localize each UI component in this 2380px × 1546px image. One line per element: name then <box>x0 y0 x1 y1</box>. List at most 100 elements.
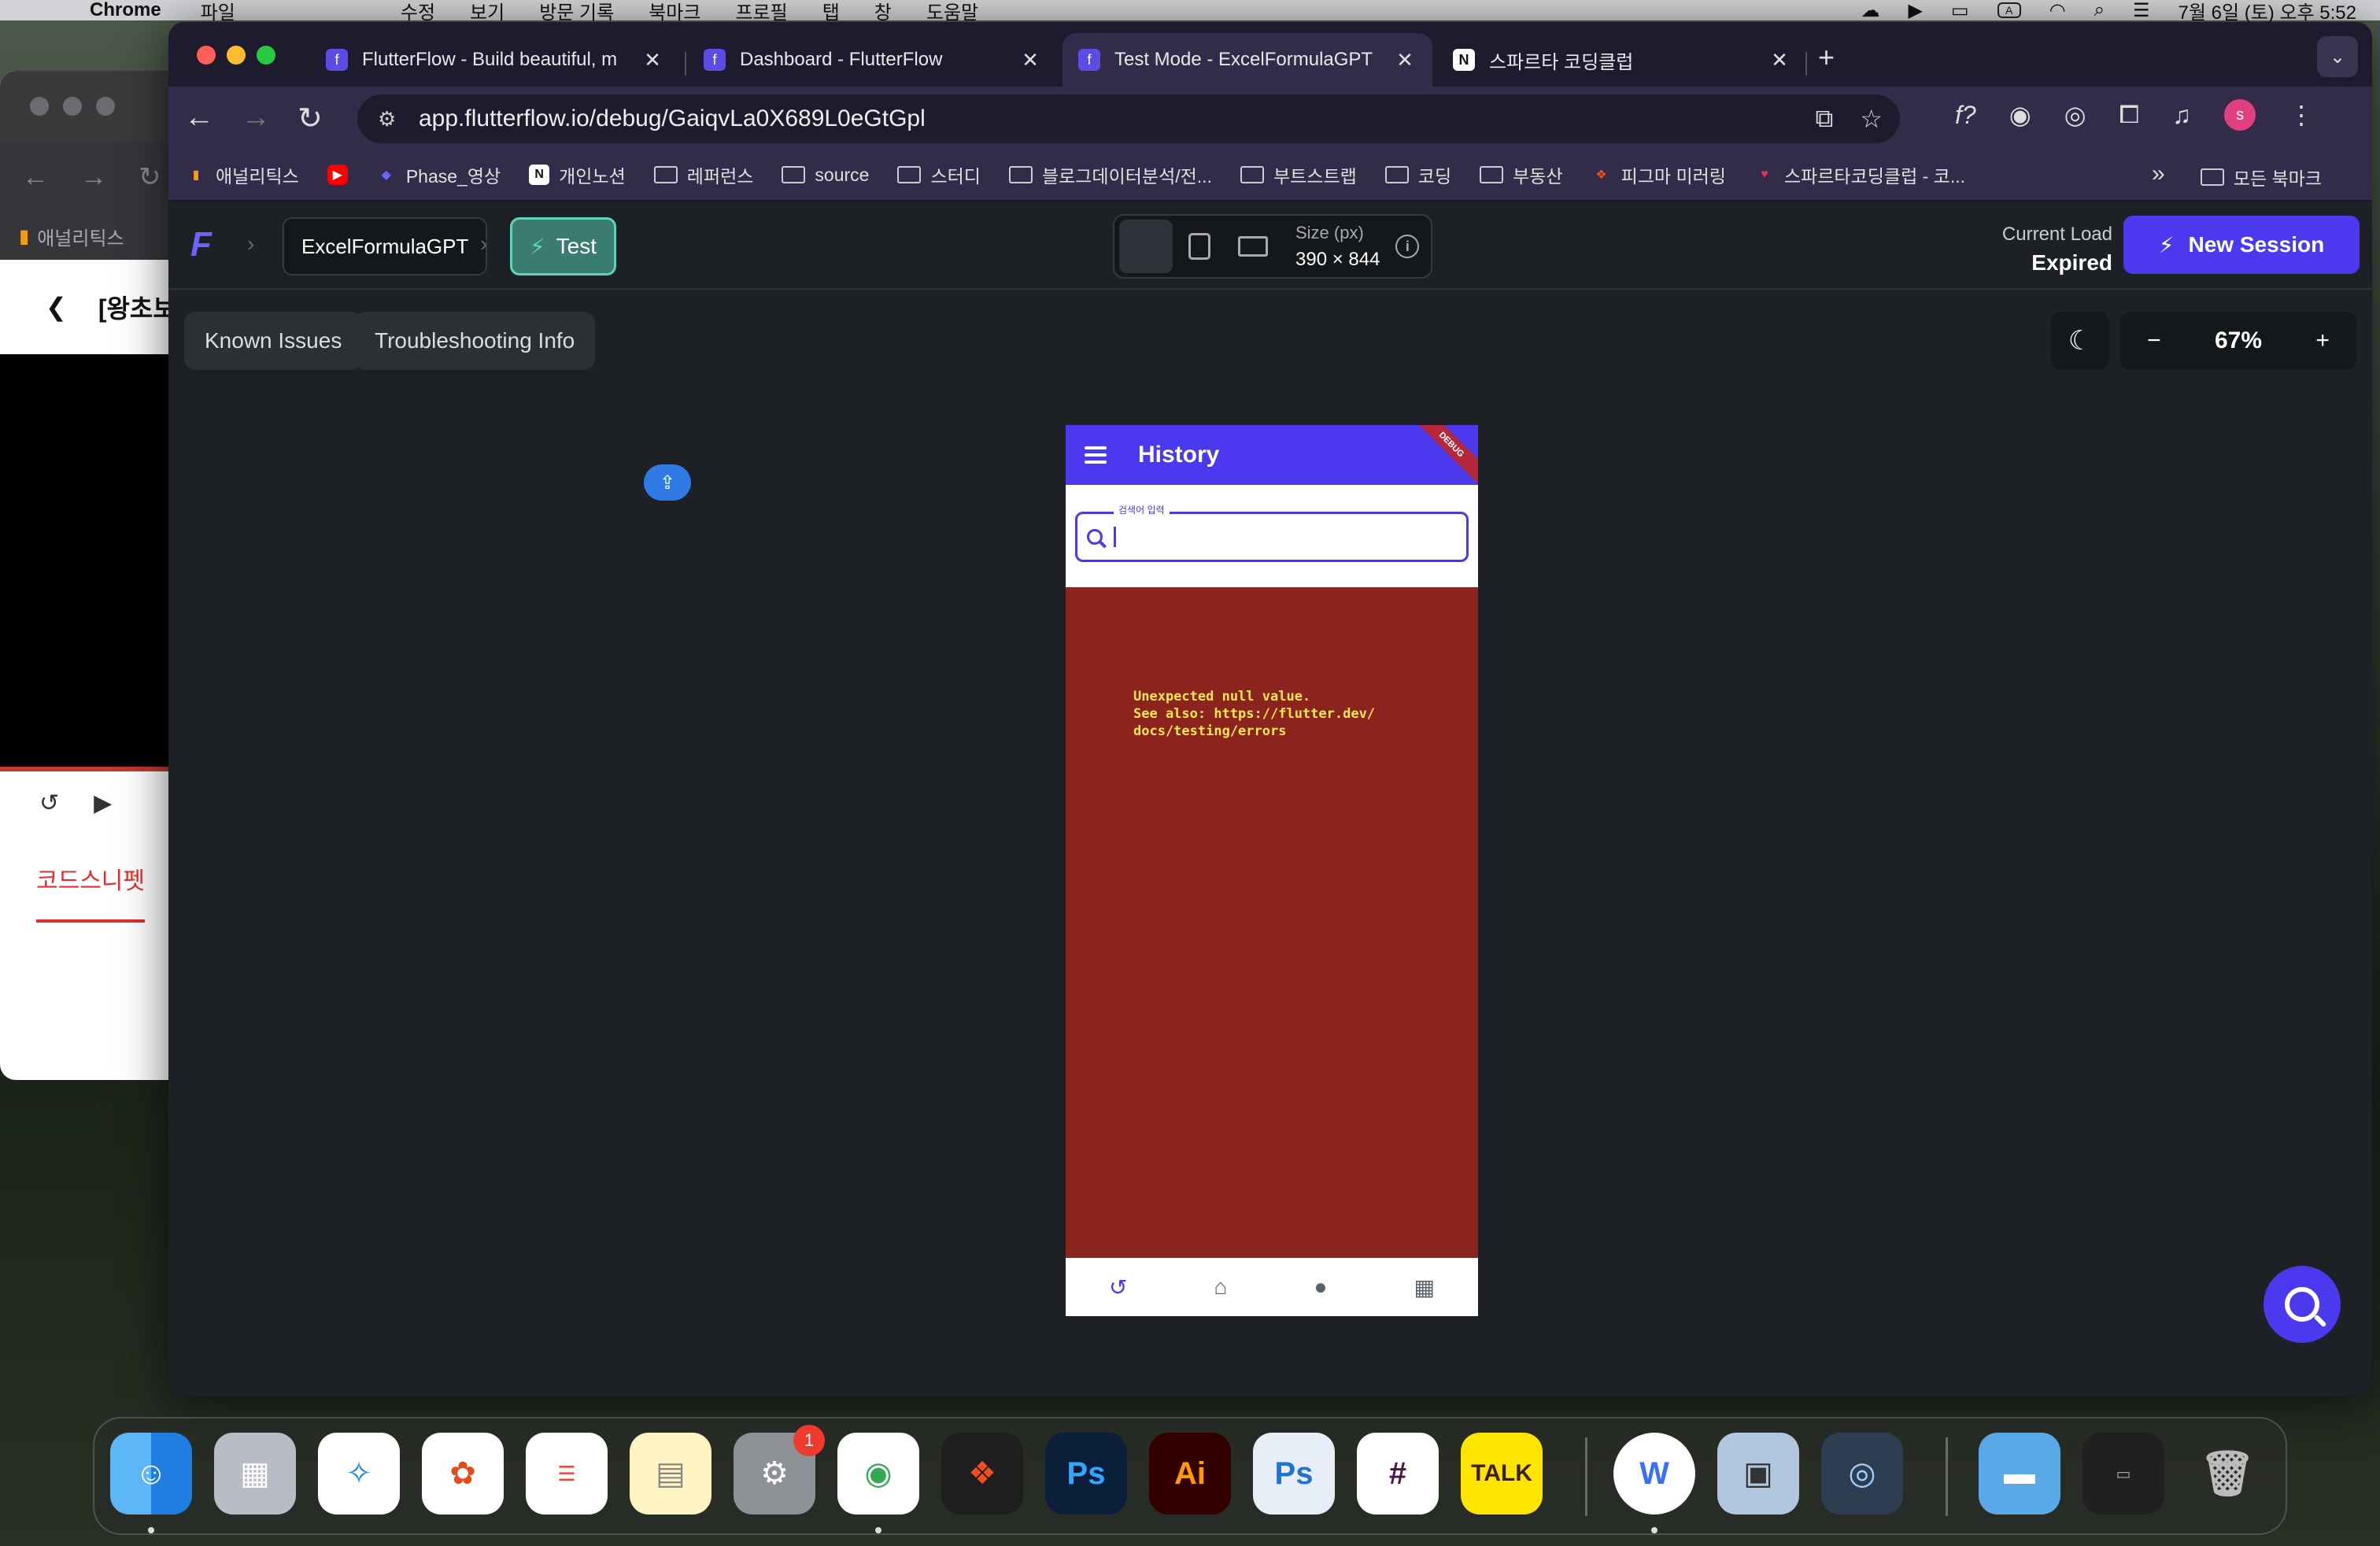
creative-cloud-icon[interactable]: ☁ <box>1861 0 1879 22</box>
back-arrow-icon[interactable]: ← <box>184 101 214 135</box>
url-text[interactable]: app.flutterflow.io/debug/GaiqvLa0X689L0e… <box>419 105 926 132</box>
history-icon[interactable]: ↺ <box>1109 1274 1127 1300</box>
menu-file[interactable]: 파일 <box>201 0 235 24</box>
menubar-clock[interactable]: 7월 6일 (토) 오후 5:52 <box>2179 0 2356 24</box>
menu-window[interactable]: 창 <box>874 0 892 24</box>
grid-icon[interactable]: ▦ <box>1414 1274 1434 1300</box>
close-icon[interactable]: ✕ <box>641 48 664 72</box>
flutterflow-logo-icon[interactable]: F <box>190 225 231 266</box>
menu-profiles[interactable]: 프로필 <box>735 0 787 24</box>
play-icon[interactable]: ▶ <box>1908 0 1922 22</box>
photoshop-beta-icon[interactable]: Ps <box>1253 1433 1335 1515</box>
project-breadcrumb[interactable]: ExcelFormulaGPT <box>283 217 488 276</box>
chevron-left-icon[interactable]: ❮ <box>46 292 67 322</box>
bookmark-figma-mirror[interactable]: ❖ 피그마 미러링 <box>1591 161 1726 188</box>
test-mode-breadcrumb[interactable]: ⚡ Test <box>510 217 617 276</box>
zoom-in-button[interactable]: + <box>2315 327 2330 354</box>
home-icon[interactable]: ⌂ <box>1214 1274 1228 1300</box>
bg-reload-icon[interactable]: ↻ <box>139 161 161 193</box>
bookmark-reference[interactable]: 레퍼런스 <box>653 161 753 188</box>
close-icon[interactable]: ✕ <box>1393 48 1417 72</box>
new-tab-button[interactable]: + <box>1818 41 1835 74</box>
floating-upload-icon[interactable]: ⇪ <box>644 464 691 501</box>
phone-device-button[interactable] <box>1119 220 2027 376</box>
bookmark-blog-data[interactable]: 블로그데이터분석/전... <box>1008 161 1212 188</box>
menu-app-name[interactable]: Chrome <box>90 0 161 21</box>
wifi-icon[interactable]: ◠ <box>2049 0 2066 22</box>
apple-menu-icon[interactable] <box>38 0 58 20</box>
hamburger-menu-icon[interactable] <box>1085 446 1107 464</box>
folder-icon[interactable]: ▬ <box>1979 1433 2060 1515</box>
close-icon[interactable]: ✕ <box>1768 48 1791 72</box>
close-icon[interactable]: ✕ <box>1018 48 1042 72</box>
safari-icon[interactable]: ✧ <box>318 1433 400 1515</box>
site-settings-icon[interactable]: ⚙ <box>378 107 401 131</box>
tab-test-mode[interactable]: f Test Mode - ExcelFormulaGPT ✕ <box>1062 33 1432 87</box>
screenshot-thumbnail-icon[interactable]: ▭ <box>2082 1433 2164 1515</box>
figma-icon[interactable]: ❖ <box>941 1433 1023 1515</box>
photoshop-icon[interactable]: Ps <box>1045 1433 1127 1515</box>
bookmark-source[interactable]: source <box>782 165 869 186</box>
slack-icon[interactable]: # <box>1357 1433 1439 1515</box>
bookmark-sparta[interactable]: ♥ 스파르타코딩클럽 - 코... <box>1754 161 1965 188</box>
search-fab-button[interactable] <box>2264 1266 2341 1343</box>
bookmark-analytics[interactable]: ▮ 애널리틱스 <box>186 161 299 188</box>
search-input[interactable]: 검색어 입력 <box>1075 503 1469 562</box>
bg-forward-arrow-icon[interactable]: → <box>80 162 107 193</box>
bg-close-dot[interactable] <box>30 97 49 116</box>
bookmark-star-icon[interactable]: ☆ <box>1860 104 1883 134</box>
window-close-button[interactable] <box>197 46 216 65</box>
extensions-puzzle-icon[interactable]: ⧠ <box>2119 100 2140 130</box>
chrome-icon[interactable]: ◉ <box>837 1433 919 1515</box>
profile-avatar[interactable]: s <box>2224 99 2256 131</box>
spotlight-search-icon[interactable]: ⌕ <box>2094 0 2105 21</box>
bookmark-phase-video[interactable]: ◆ Phase_영상 <box>376 161 501 188</box>
rewind-10-icon[interactable]: ↺ <box>39 790 59 817</box>
info-icon[interactable]: i <box>1395 235 1420 258</box>
menu-edit[interactable]: 수정 <box>401 0 435 24</box>
battery-icon[interactable]: ▭ <box>1951 0 1969 22</box>
reload-icon[interactable]: ↻ <box>298 101 323 136</box>
zoom-out-button[interactable]: − <box>2147 327 2161 354</box>
window-zoom-button[interactable] <box>257 46 275 65</box>
tab-sparta[interactable]: N 스파르타 코딩클럽 ✕ <box>1437 33 1807 87</box>
finder-icon[interactable]: ☺ <box>110 1433 192 1515</box>
window-minimize-button[interactable] <box>227 46 246 65</box>
new-session-button[interactable]: ⚡ New Session <box>2123 216 2360 274</box>
preview-icon[interactable]: ▣ <box>1717 1433 1799 1515</box>
tablet-device-button[interactable] <box>1173 220 1226 273</box>
menu-help[interactable]: 도움말 <box>926 0 978 24</box>
menu-history[interactable]: 방문 기록 <box>539 0 614 24</box>
bookmark-bootstrap[interactable]: 부트스트랩 <box>1240 161 1357 188</box>
bg-minimize-dot[interactable] <box>63 97 82 116</box>
kakaotalk-icon[interactable]: TALK <box>1461 1433 1543 1515</box>
quicktime-icon[interactable]: ◎ <box>1821 1433 1903 1515</box>
reminders-icon[interactable]: ☰ <box>526 1433 608 1515</box>
person-icon[interactable]: ● <box>1314 1274 1328 1300</box>
background-browser-window[interactable]: ← → ↻ ▮ 애널리틱스 ❮ [왕초보 ↺ ▶ 코드스니펫 <box>0 71 181 1080</box>
bookmark-real-estate[interactable]: 부동산 <box>1480 161 1563 188</box>
notes-icon[interactable]: ▤ <box>630 1433 711 1515</box>
media-control-icon[interactable]: ♫ <box>2172 101 2191 130</box>
tab-flutterflow-home[interactable]: f FlutterFlow - Build beautiful, m ✕ <box>310 33 680 87</box>
desktop-device-button[interactable] <box>1226 220 1280 273</box>
bg-tab-codesnippet[interactable]: 코드스니펫 <box>0 834 181 923</box>
launchpad-icon[interactable]: ▦ <box>214 1433 296 1515</box>
more-bookmarks-chevron-icon[interactable]: » <box>2152 161 2165 187</box>
bg-video-player[interactable] <box>0 354 181 771</box>
trash-icon[interactable]: 🗑 <box>2186 1433 2268 1515</box>
bookmark-youtube[interactable]: ▶ <box>327 165 348 185</box>
chrome-menu-icon[interactable]: ⋮ <box>2289 100 2314 130</box>
dark-mode-toggle[interactable]: ☾ <box>2051 312 2109 370</box>
tab-dashboard[interactable]: f Dashboard - FlutterFlow ✕ <box>688 33 1058 87</box>
troubleshooting-info-button[interactable]: Troubleshooting Info <box>354 312 596 370</box>
input-source-indicator[interactable]: A <box>1997 2 2021 18</box>
formula-extension-icon[interactable]: f? <box>1955 101 1976 130</box>
all-bookmarks[interactable]: 모든 북마크 <box>2200 164 2322 190</box>
install-app-icon[interactable]: ⧉ <box>1815 104 1833 134</box>
menu-bookmarks[interactable]: 북마크 <box>649 0 700 24</box>
forward-arrow-icon[interactable]: → <box>241 101 271 135</box>
address-bar[interactable]: ⚙ app.flutterflow.io/debug/GaiqvLa0X689L… <box>357 94 1900 143</box>
menu-tab[interactable]: 탭 <box>822 0 840 24</box>
whale-extension-icon[interactable]: ◎ <box>2064 100 2086 130</box>
